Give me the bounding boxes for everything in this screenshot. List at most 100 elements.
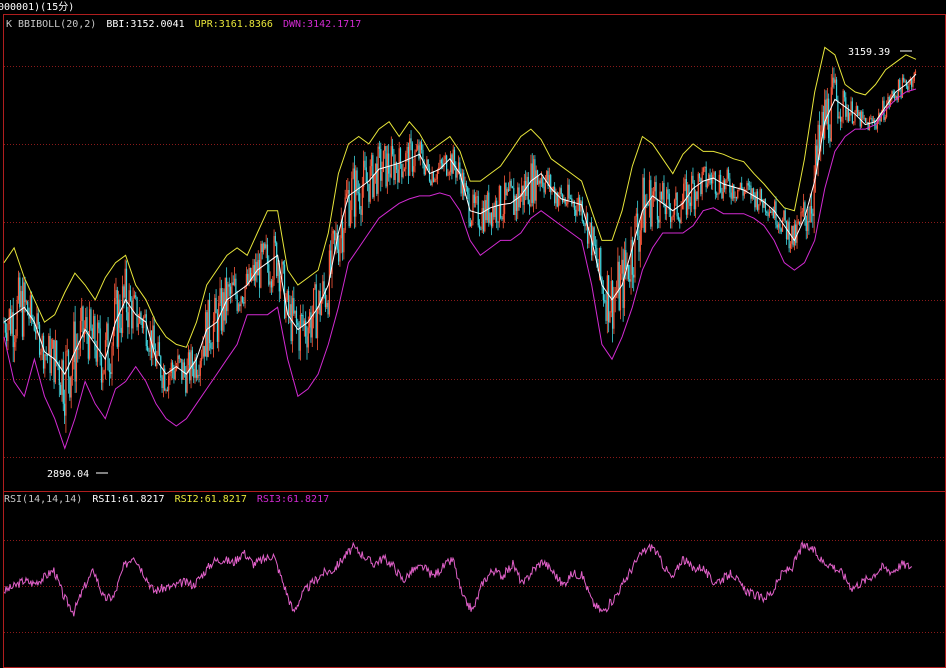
candle-body	[145, 314, 147, 347]
candle-body	[543, 186, 545, 193]
candle-body	[554, 186, 556, 204]
candle-body	[265, 244, 267, 249]
candle-body	[420, 142, 423, 150]
candle-body	[434, 179, 436, 182]
candle-body	[50, 348, 53, 374]
candle-body	[397, 169, 399, 183]
candle-body	[797, 221, 799, 223]
candle-body	[262, 243, 265, 253]
candle-body	[480, 229, 482, 231]
candle-body	[52, 339, 54, 349]
candle-body	[177, 355, 179, 368]
candle-body	[369, 166, 371, 202]
candle-body	[862, 111, 864, 118]
bbiboll-lines	[3, 46, 917, 450]
candle-body	[56, 340, 58, 363]
candle-body	[169, 373, 171, 377]
candle-body	[46, 354, 49, 356]
candle-body	[643, 177, 645, 233]
candle-body	[128, 290, 130, 328]
candle-body	[788, 221, 790, 249]
candle-body	[314, 284, 316, 289]
candle-body	[568, 184, 570, 199]
candle-body	[359, 193, 361, 210]
candle-body	[700, 178, 702, 195]
candle-body	[388, 153, 390, 174]
candle-body	[124, 268, 126, 298]
candle-body	[382, 150, 384, 172]
candle-body	[451, 154, 453, 174]
candle-body	[316, 309, 319, 339]
candle-body	[510, 180, 512, 187]
candle-body	[203, 345, 205, 357]
candle-body	[806, 221, 809, 232]
candle-body	[66, 350, 68, 352]
candle-body	[837, 100, 839, 119]
candle-body	[161, 377, 163, 389]
candle-body	[402, 171, 404, 178]
candle-body	[8, 309, 10, 324]
candle-body	[25, 301, 27, 303]
candle-body	[530, 163, 532, 207]
candle-body	[756, 191, 759, 210]
candle-body	[766, 211, 768, 213]
candle-body	[272, 279, 274, 288]
candle-body	[763, 198, 765, 208]
candle-body	[179, 358, 182, 360]
candle-body	[610, 280, 612, 313]
candle-body	[118, 299, 120, 347]
candle-body	[680, 209, 682, 223]
candle-body	[218, 303, 220, 342]
candle-body	[274, 236, 276, 243]
candle-body	[111, 345, 113, 375]
candle-body	[324, 291, 327, 308]
candle-body	[907, 86, 909, 90]
candle-body	[484, 200, 486, 232]
candle-body	[428, 168, 431, 182]
candle-body	[717, 192, 719, 195]
candle-body	[838, 116, 840, 119]
candle-body	[71, 362, 74, 377]
candle-body	[705, 166, 707, 188]
candle-body	[334, 230, 336, 241]
candle-body	[423, 165, 425, 175]
candle-body	[550, 174, 552, 193]
indicator-name: K BBIBOLL(20,2)	[6, 19, 96, 30]
candle-body	[62, 360, 64, 404]
candle-body	[35, 330, 37, 334]
candle-body	[829, 138, 831, 142]
candle-body	[816, 145, 818, 166]
candle-body	[409, 138, 411, 176]
candle-body	[293, 298, 295, 314]
candle-body	[730, 192, 732, 199]
candle-body	[243, 302, 245, 304]
candle-body	[638, 235, 640, 252]
candle-body	[486, 192, 489, 221]
series-line-dwn	[3, 88, 917, 450]
candle-body	[801, 211, 803, 213]
candle-body	[422, 149, 424, 166]
candle-body	[253, 265, 255, 281]
candle-body	[741, 182, 743, 190]
candle-body	[247, 273, 249, 285]
candle-body	[672, 214, 674, 218]
candle-body	[353, 168, 356, 217]
candle-body	[531, 163, 533, 203]
candle-body	[868, 118, 871, 131]
candle-body	[401, 163, 403, 178]
candle-body	[864, 117, 867, 123]
candle-body	[228, 284, 230, 287]
candle-body	[473, 194, 475, 204]
candle-body	[870, 118, 872, 120]
candle-body	[152, 325, 154, 358]
candle-body	[245, 273, 247, 287]
candle-body	[174, 369, 176, 380]
candle-body	[634, 216, 636, 278]
candle-body	[239, 304, 241, 307]
candle-body	[768, 211, 770, 217]
candle-body	[503, 182, 506, 214]
candle-body	[833, 77, 835, 83]
candle-body	[407, 147, 410, 176]
candle-body	[42, 335, 45, 369]
candle-body	[792, 225, 794, 246]
